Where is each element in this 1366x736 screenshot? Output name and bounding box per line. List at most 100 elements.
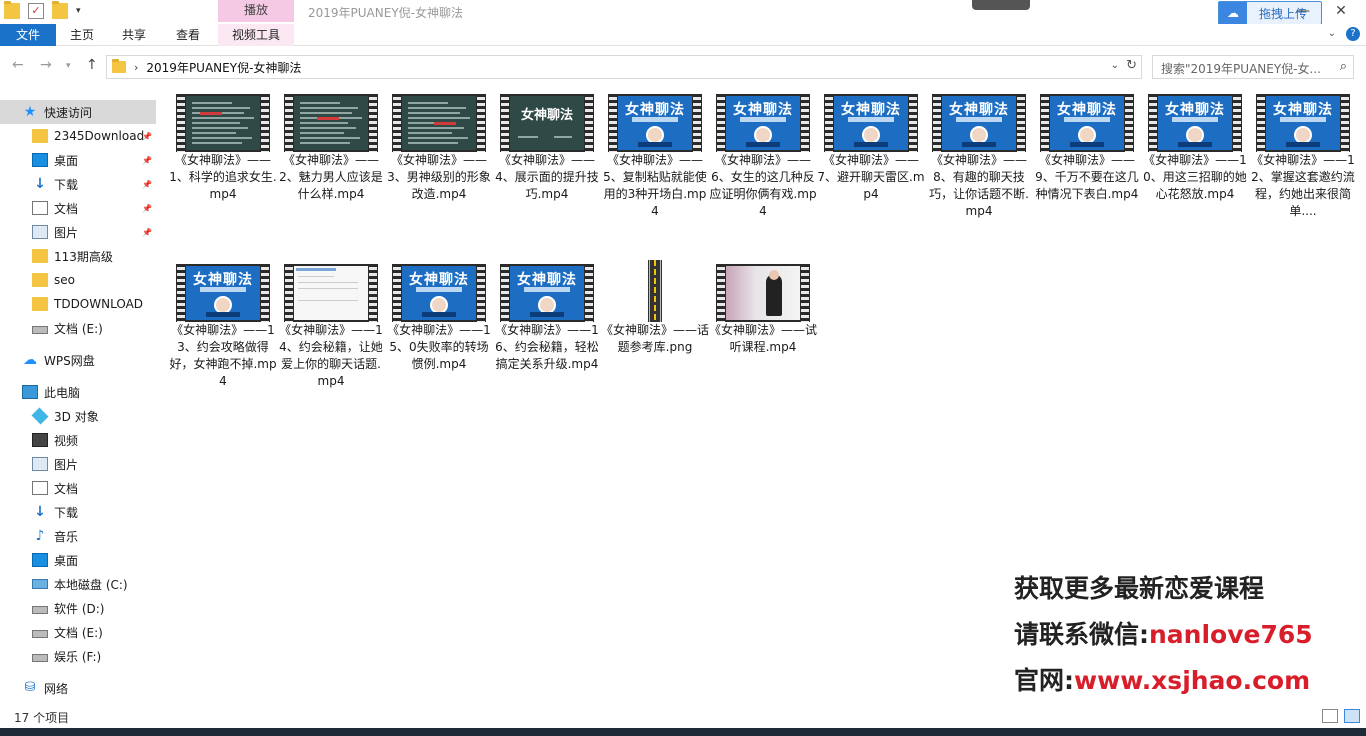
breadcrumb-separator-icon[interactable]: › xyxy=(134,61,138,74)
sidebar-item[interactable]: 3D 对象 xyxy=(0,404,156,428)
slide-preview xyxy=(402,96,476,150)
sidebar-item[interactable]: 图片 📌 xyxy=(0,220,156,244)
sidebar-item[interactable]: 图片 xyxy=(0,452,156,476)
sidebar-item[interactable]: 娱乐 (F:) xyxy=(0,644,156,668)
file-thumbnail: 女神聊法 xyxy=(932,94,1026,152)
sidebar-item[interactable]: ⛁ 网络 xyxy=(0,676,156,700)
tab-file[interactable]: 文件 xyxy=(0,24,56,46)
sidebar-item[interactable]: 文档 (E:) xyxy=(0,620,156,644)
drive-icon xyxy=(32,630,48,638)
pin-icon: 📌 xyxy=(142,203,152,213)
file-name: 《女神聊法》——4、展示面的提升技巧.mp4 xyxy=(495,153,599,201)
system-drive-icon xyxy=(32,579,48,589)
sidebar-item[interactable]: 2345Download 📌 xyxy=(0,124,156,148)
file-name: 《女神聊法》——16、约会秘籍，轻松搞定关系升级.mp4 xyxy=(495,323,599,371)
title-bar: ✓ ▾ 播放 2019年PUANEY倪-女神聊法 ☁ 拖拽上传 — ✕ xyxy=(0,0,1366,25)
file-thumbnail: 女神聊法 xyxy=(716,94,810,152)
sidebar-item[interactable]: ♪ 音乐 xyxy=(0,524,156,548)
sidebar-item[interactable]: 文档 xyxy=(0,476,156,500)
expand-ribbon-chevron-icon[interactable]: ⌄ xyxy=(1328,28,1336,39)
sidebar-item[interactable]: 桌面 📌 xyxy=(0,148,156,172)
back-arrow-icon[interactable]: ← xyxy=(12,57,24,73)
search-input[interactable]: 搜索"2019年PUANEY倪-女... ⌕ xyxy=(1152,55,1354,79)
search-icon: ⌕ xyxy=(1339,59,1347,74)
file-name: 《女神聊法》——1、科学的追求女生.mp4 xyxy=(169,153,277,201)
sidebar-item[interactable]: 113期高级 xyxy=(0,244,156,268)
refresh-icon[interactable]: ↻ xyxy=(1126,58,1137,73)
thumbnail-title: 女神聊法 xyxy=(1273,102,1333,118)
folder-icon[interactable] xyxy=(4,1,20,19)
up-arrow-icon[interactable]: ↑ xyxy=(86,57,98,73)
large-icons-view-icon[interactable] xyxy=(1344,709,1360,723)
sidebar-item[interactable]: ☁ WPS网盘 xyxy=(0,348,156,372)
thumbnail-title: 女神聊法 xyxy=(193,272,253,288)
sidebar-item[interactable]: 本地磁盘 (C:) xyxy=(0,572,156,596)
sidebar-item[interactable]: ↓ 下载 📌 xyxy=(0,172,156,196)
sidebar-item[interactable]: ↓ 下载 xyxy=(0,500,156,524)
sidebar-item-label: WPS网盘 xyxy=(44,353,95,368)
video-filmstrip: 女神聊法 xyxy=(1040,94,1134,152)
sidebar-item-label: 下载 xyxy=(54,177,79,192)
video-filmstrip: 女神聊法 xyxy=(1256,94,1350,152)
tab-home[interactable]: 主页 xyxy=(58,24,106,46)
download-icon: ↓ xyxy=(34,504,46,520)
customize-toolbar-chevron-icon[interactable]: ▾ xyxy=(76,6,81,16)
desktop-icon xyxy=(32,553,48,567)
sidebar-item[interactable]: 此电脑 xyxy=(0,380,156,404)
course-cover: 女神聊法 xyxy=(510,266,584,320)
file-name: 《女神聊法》——8、有趣的聊天技巧，让你话题不断.mp4 xyxy=(929,153,1029,218)
address-bar[interactable]: › 2019年PUANEY倪-女神聊法 ⌄ ↻ xyxy=(106,55,1142,79)
sidebar-item[interactable]: 软件 (D:) xyxy=(0,596,156,620)
vertical-scrollbar[interactable] xyxy=(1356,86,1366,706)
promo-line-2: 请联系微信:nanlove765 xyxy=(1014,612,1313,658)
quick-access-toolbar: ✓ ▾ xyxy=(4,1,81,19)
close-button[interactable]: ✕ xyxy=(1318,0,1364,24)
course-cover: 女神聊法 xyxy=(1266,96,1340,150)
video-filmstrip xyxy=(176,94,270,152)
course-cover: 女神聊法 xyxy=(726,96,800,150)
file-name: 《女神聊法》——10、用这三招聊的她心花怒放.mp4 xyxy=(1143,153,1247,201)
context-tab-header: 播放 xyxy=(218,0,294,22)
file-name: 《女神聊法》——6、女生的这几种反应证明你俩有戏.mp4 xyxy=(709,153,817,218)
sidebar-item[interactable]: TDDOWNLOAD xyxy=(0,292,156,316)
file-thumbnail: 女神聊法 xyxy=(608,94,702,152)
tab-view[interactable]: 查看 xyxy=(164,24,212,46)
sidebar-item-label: 文档 (E:) xyxy=(54,321,103,336)
address-dropdown-chevron-icon[interactable]: ⌄ xyxy=(1111,60,1119,71)
computer-icon xyxy=(22,385,38,399)
sidebar-item[interactable]: 视频 xyxy=(0,428,156,452)
sidebar-item[interactable]: ★ 快速访问 xyxy=(0,100,156,124)
video-filmstrip: 女神聊法 xyxy=(716,94,810,152)
tab-share[interactable]: 共享 xyxy=(110,24,158,46)
recent-locations-chevron-icon[interactable]: ▾ xyxy=(66,61,71,71)
tab-video-tools[interactable]: 视频工具 xyxy=(218,24,294,46)
sidebar-item[interactable]: 文档 📌 xyxy=(0,196,156,220)
properties-icon[interactable]: ✓ xyxy=(28,3,44,19)
file-thumbnail xyxy=(608,260,702,322)
window-title: 2019年PUANEY倪-女神聊法 xyxy=(308,6,463,20)
sidebar-item-label: TDDOWNLOAD xyxy=(54,297,144,311)
promo-site-label: 官网: xyxy=(1014,666,1074,695)
pin-icon: 📌 xyxy=(142,155,152,165)
slide-preview xyxy=(294,96,368,150)
breadcrumb-path[interactable]: 2019年PUANEY倪-女神聊法 xyxy=(146,59,301,76)
details-view-icon[interactable] xyxy=(1322,709,1338,723)
sidebar-item-label: 文档 xyxy=(54,481,79,496)
file-name: 《女神聊法》——15、0失败率的转场惯例.mp4 xyxy=(387,323,491,371)
video-filmstrip: 女神聊法 xyxy=(176,264,270,322)
course-cover: 女神聊法 xyxy=(1050,96,1124,150)
navigation-pane: ★ 快速访问 2345Download 📌 桌面 📌 ↓ 下载 📌 文档 📌 图片 📌 113期高级 seo… xyxy=(0,96,158,708)
folder-icon xyxy=(32,249,48,263)
pin-icon: 📌 xyxy=(142,131,152,141)
promo-wechat-label: 请联系微信: xyxy=(1014,620,1149,649)
sidebar-item-label: 桌面 xyxy=(54,553,79,568)
help-icon[interactable]: ? xyxy=(1346,27,1360,41)
new-folder-icon[interactable] xyxy=(52,1,68,19)
file-thumbnail: 女神聊法 xyxy=(824,94,918,152)
sidebar-item[interactable]: 桌面 xyxy=(0,548,156,572)
sidebar-item[interactable]: 文档 (E:) xyxy=(0,316,156,340)
folder-icon xyxy=(32,273,48,287)
forward-arrow-icon[interactable]: → xyxy=(40,57,52,73)
sidebar-item-label: 2345Download xyxy=(54,129,145,143)
sidebar-item[interactable]: seo xyxy=(0,268,156,292)
